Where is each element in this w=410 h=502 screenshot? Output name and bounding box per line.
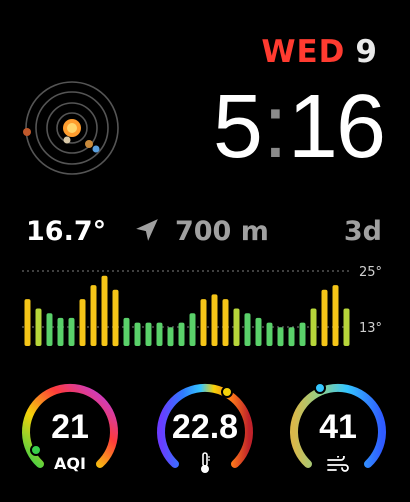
humidity-indicator — [314, 382, 326, 394]
time-minutes: 16 — [287, 77, 386, 177]
current-temperature: 16.7° — [26, 216, 107, 247]
time-display: 5:16 — [213, 82, 386, 172]
chart-bar — [222, 299, 229, 346]
chart-bar — [101, 275, 108, 346]
day-of-month: 9 — [355, 34, 378, 70]
distance-value: 700 m — [174, 216, 269, 247]
chart-bar — [57, 317, 64, 346]
humidity-gauge[interactable]: 41 — [288, 378, 388, 478]
temperature-indicator — [221, 386, 233, 398]
location-arrow-icon — [135, 219, 158, 241]
solar-system-icon[interactable] — [20, 76, 124, 180]
chart-bar — [277, 327, 284, 347]
forecast-bar-chart[interactable]: 25° 13° — [22, 262, 392, 350]
chart-bar — [68, 317, 75, 346]
time-colon: : — [262, 77, 288, 177]
temperature-gauge[interactable]: 22.8 — [155, 378, 255, 478]
chart-bar — [288, 327, 295, 347]
time-hours: 5 — [212, 77, 263, 177]
humidity-value: 41 — [319, 408, 357, 446]
chart-bar — [112, 289, 119, 347]
chart-bar — [24, 299, 31, 346]
chart-bar — [46, 313, 53, 346]
chart-bar — [321, 289, 328, 347]
chart-bar — [255, 317, 262, 346]
chart-bar — [266, 322, 273, 346]
chart-bar — [233, 308, 240, 346]
chart-bar — [332, 285, 339, 346]
chart-bar — [343, 308, 350, 346]
chart-bar — [123, 317, 130, 346]
chart-bar — [79, 299, 86, 346]
chart-bar — [200, 299, 207, 346]
chart-bar — [189, 313, 196, 346]
chart-bar — [299, 322, 306, 346]
chart-bar — [145, 322, 152, 346]
chart-bar — [90, 285, 97, 346]
max-label: 25° — [359, 265, 382, 280]
date-display[interactable]: WED 9 — [261, 34, 378, 70]
chart-bar — [167, 327, 174, 347]
thermometer-icon — [201, 452, 210, 473]
wind-icon — [327, 456, 349, 472]
chart-bar — [35, 308, 42, 346]
info-row[interactable]: 16.7° 700 m — [26, 216, 269, 247]
chart-bar — [244, 313, 251, 346]
chart-bar — [211, 294, 218, 346]
aqi-value: 21 — [51, 408, 89, 446]
chart-bar — [310, 308, 317, 346]
weekday: WED — [261, 34, 346, 70]
chart-bar — [156, 322, 163, 346]
chart-bar — [178, 322, 185, 346]
chart-bar — [134, 322, 141, 346]
chart-period: 3d — [343, 216, 382, 247]
aqi-label: AQI — [54, 454, 86, 473]
aqi-gauge[interactable]: 21 AQI — [20, 378, 120, 478]
min-label: 13° — [359, 321, 382, 336]
temperature-value: 22.8 — [171, 408, 239, 446]
